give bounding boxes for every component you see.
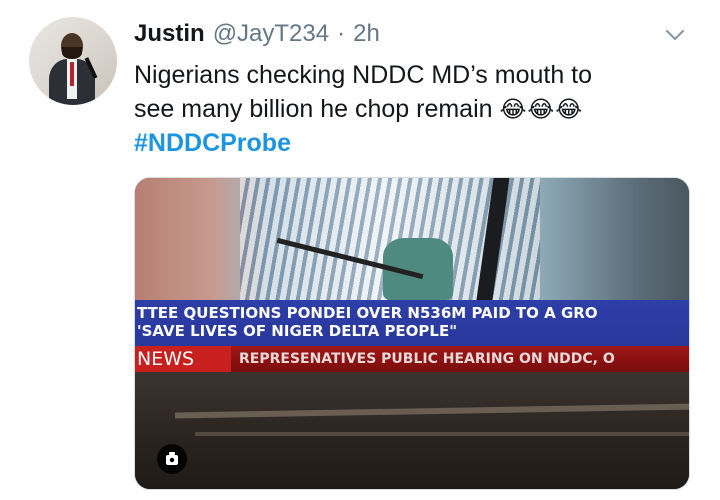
video-desk-edge-lower xyxy=(195,432,689,436)
chevron-down-icon[interactable] xyxy=(664,24,686,46)
video-scene-bottom xyxy=(135,372,689,489)
video-scene-top xyxy=(135,178,689,300)
tweet-text-line-2: see many billion he chop remain 😂😂😂 xyxy=(134,92,694,127)
avatar-tie xyxy=(70,62,74,86)
header-separator: · xyxy=(337,20,346,47)
media-video[interactable]: TTEE QUESTIONS PONDEI OVER N536M PAID TO… xyxy=(134,177,690,490)
tweet-text: Nigerians checking NDDC MD’s mouth to se… xyxy=(134,58,694,127)
video-desk-edge xyxy=(174,403,689,419)
laughing-emoji-icon: 😂😂😂 xyxy=(499,97,584,123)
avatar[interactable] xyxy=(29,17,117,105)
tweet-text-line-1: Nigerians checking NDDC MD’s mouth to xyxy=(134,61,593,89)
news-tag: NEWS xyxy=(135,346,231,372)
news-ticker-bottom: NEWS REPRESENATIVES PUBLIC HEARING ON ND… xyxy=(135,346,689,372)
hashtag-link[interactable]: #NDDCProbe xyxy=(134,126,291,160)
ticker-line-3: REPRESENATIVES PUBLIC HEARING ON NDDC, O xyxy=(239,351,615,367)
news-ticker-top: TTEE QUESTIONS PONDEI OVER N536M PAID TO… xyxy=(135,300,689,346)
tweet-timestamp[interactable]: 2h xyxy=(353,20,380,48)
gif-icon[interactable] xyxy=(157,444,187,474)
tweet[interactable]: Justin @JayT234 · 2h Nigerians checking … xyxy=(0,0,720,500)
tweet-text-line-2-words: see many billion he chop remain xyxy=(134,95,493,123)
author-handle[interactable]: @JayT234 xyxy=(213,20,329,48)
tweet-header: Justin @JayT234 · 2h xyxy=(134,20,380,52)
ticker-line-2: 'SAVE LIVES OF NIGER DELTA PEOPLE" xyxy=(137,322,458,340)
author-name[interactable]: Justin xyxy=(134,20,205,48)
ticker-line-1: TTEE QUESTIONS PONDEI OVER N536M PAID TO… xyxy=(137,304,598,322)
avatar-beard xyxy=(62,47,82,59)
